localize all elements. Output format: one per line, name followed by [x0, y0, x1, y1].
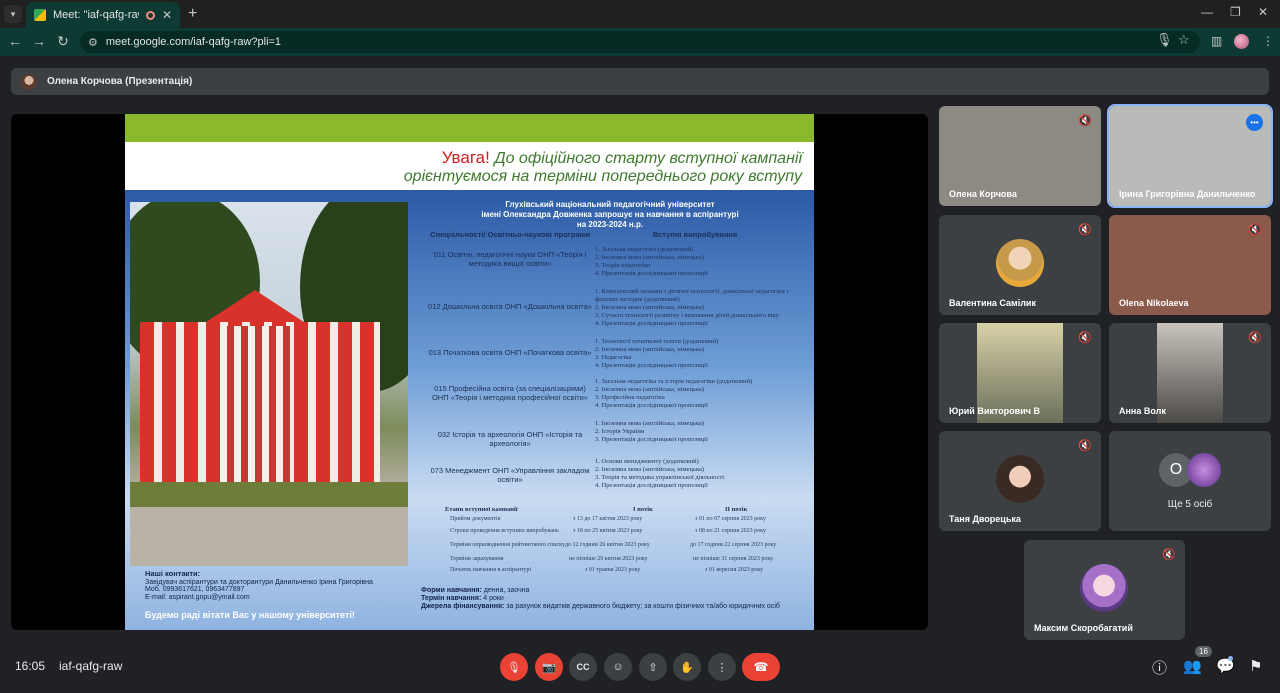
end-call-button[interactable]: ☎ [742, 653, 780, 681]
browser-tab-bar: ▾ Meet: "iaf-qafg-raw" ✕ + — ❐ ✕ [0, 0, 1280, 28]
avatar [1080, 564, 1128, 612]
emoji-reaction-icon[interactable]: ☺ [604, 653, 632, 681]
tab-title: Meet: "iaf-qafg-raw" [53, 9, 139, 21]
url-text[interactable]: meet.google.com/iaf-qafg-raw?pli=1 [106, 36, 281, 48]
people-icon[interactable]: 👥 [1183, 657, 1202, 675]
participant-tile[interactable]: 🔇 Таня Дворецька [939, 431, 1101, 531]
people-count-badge: 16 [1195, 646, 1212, 657]
slide-study-info: Форми навчання: денна, заочна Термін нав… [421, 587, 780, 610]
camera-toggle-button[interactable]: 📷 [535, 653, 563, 681]
stage-row: Прийом документів з 13 до 17 квітня 2023 … [450, 516, 766, 522]
avatar [1187, 453, 1221, 487]
presenter-avatar [21, 73, 37, 90]
column-header-exams: Вступні випробування [652, 230, 738, 239]
stages-header: Етапи вступної кампанії [445, 506, 518, 513]
site-settings-icon[interactable]: ⚙ [88, 36, 98, 49]
participant-tile[interactable]: 🔇 Валентина Самілик [939, 215, 1101, 315]
stage-row: Терміни оприлюднення рейтингового списку… [450, 542, 777, 548]
more-participants-tile[interactable]: O Ще 5 осіб [1109, 431, 1271, 531]
side-panel-icon[interactable]: ▥ [1211, 34, 1222, 48]
mic-off-icon: 🔇 [1248, 224, 1262, 236]
slide-contacts: Наші контакти: Завідувач аспірантури та … [145, 569, 373, 601]
slide-top-band [125, 114, 814, 142]
participant-tile[interactable]: ••• Ірина Григорівна Данильченко [1107, 104, 1273, 208]
participant-name: Таня Дворецька [949, 514, 1021, 524]
back-arrow-icon[interactable]: ← [6, 33, 24, 49]
participant-tile[interactable]: 🔇 Юрий Викторович В [939, 323, 1101, 423]
chat-notification-dot [1228, 656, 1233, 661]
present-screen-icon[interactable]: ⇧ [639, 653, 667, 681]
program-row: 012 Дошкільна освіта ОНП «Дошкільна осві… [428, 288, 789, 327]
meeting-info-icon[interactable]: ⓘ [1152, 657, 1167, 678]
participant-name: Валентина Самілик [949, 298, 1036, 308]
more-people-label: Ще 5 осіб [1167, 499, 1213, 510]
address-bar[interactable]: ⚙ meet.google.com/iaf-qafg-raw?pli=1 [80, 31, 1200, 53]
close-window-icon[interactable]: ✕ [1258, 5, 1268, 19]
forward-arrow-icon[interactable]: → [30, 33, 48, 49]
participant-name: Олена Корчова [949, 189, 1017, 199]
participant-tile[interactable]: 🔇 Максим Скоробагатий [1024, 540, 1185, 640]
mic-off-icon: 🔇 [1162, 549, 1176, 561]
browser-menu-icon[interactable]: ⋮ [1262, 34, 1274, 48]
meet-favicon-icon [34, 9, 46, 21]
participant-name: Olena Nikolaeva [1119, 298, 1189, 308]
minimize-icon[interactable]: — [1201, 5, 1213, 19]
participant-name: Ірина Григорівна Данильченко [1119, 189, 1256, 199]
browser-tab-meet[interactable]: Meet: "iaf-qafg-raw" ✕ [26, 2, 180, 28]
meeting-code[interactable]: iaf-qafg-raw [59, 659, 122, 673]
captions-icon[interactable]: CC [569, 653, 597, 681]
tab-close-icon[interactable]: ✕ [162, 8, 172, 22]
more-options-icon[interactable]: ⋮ [708, 653, 736, 681]
recording-indicator-icon [145, 10, 155, 20]
microphone-icon[interactable]: 🎙 [1156, 32, 1173, 48]
bookmark-star-icon[interactable]: ☆ [1178, 32, 1190, 48]
slide-attention: Увага! [441, 148, 490, 167]
slide-invitation-title: Глухівський національний педагогічний ун… [481, 200, 739, 229]
tab-search-chevron-icon[interactable]: ▾ [4, 5, 22, 23]
program-row: 011 Освітні, педагогічні науки ОНП «Теор… [433, 246, 708, 277]
program-row: 015 Професійна освіта (за спеціалізаціям… [431, 378, 753, 409]
slide-welcome: Будемо раді вітати Вас у нашому універси… [145, 610, 355, 620]
meeting-clock: 16:05 [15, 659, 46, 673]
mic-off-icon: 🔇 [1078, 115, 1092, 127]
avatar [996, 239, 1044, 287]
activities-icon[interactable]: ⚑ [1249, 657, 1262, 675]
presentation-slide: Увага! До офіційного старту вступної кам… [125, 114, 814, 630]
slide-head-line1: До офіційного старту вступної кампанії [494, 150, 802, 167]
participant-tile[interactable]: 🔇 Olena Nikolaeva [1109, 215, 1271, 315]
slide-head-line2: орієнтуємося на терміни попереднього рок… [403, 168, 802, 185]
profile-avatar[interactable] [1234, 34, 1249, 49]
presentation-stage: Увага! До офіційного старту вступної кам… [11, 114, 928, 630]
avatar [996, 455, 1044, 503]
university-building-photo [130, 202, 408, 566]
slide-body: Глухівський національний педагогічний ун… [125, 190, 814, 630]
stream1-header: І потік [633, 506, 653, 513]
participant-tile[interactable]: 🔇 Анна Волк [1109, 323, 1271, 423]
raise-hand-icon[interactable]: ✋ [673, 653, 701, 681]
program-row: 073 Менеджмент ОНП «Управління закладом … [430, 458, 725, 489]
speaking-indicator-icon: ••• [1246, 114, 1263, 131]
mic-off-icon: 🔇 [1078, 224, 1092, 236]
participant-tile[interactable]: 🔇 Олена Корчова [939, 106, 1101, 206]
column-header-specialties: Спеціальності/ Освітньо-наукові програми [430, 230, 590, 239]
program-row: 013 Початкова освіта ОНП «Початкова осві… [428, 338, 719, 369]
presentation-banner: Олена Корчова (Презентація) [11, 68, 1269, 95]
mic-toggle-button[interactable]: 🎙 [500, 653, 528, 681]
participant-name: Максим Скоробагатий [1034, 623, 1133, 633]
reload-icon[interactable]: ↻ [54, 33, 72, 50]
restore-icon[interactable]: ❐ [1230, 5, 1241, 19]
stage-row: Початок навчання в аспірантурі з 01 травн… [450, 567, 764, 573]
participant-name: Анна Волк [1119, 406, 1166, 416]
slide-header: Увага! До офіційного старту вступної кам… [125, 142, 814, 188]
stream2-header: ІІ потік [725, 506, 748, 513]
participant-name: Юрий Викторович В [949, 406, 1040, 416]
mic-off-icon: 🔇 [1078, 332, 1092, 344]
browser-toolbar: ← → ↻ ⚙ meet.google.com/iaf-qafg-raw?pli… [0, 28, 1280, 56]
mic-off-icon: 🔇 [1248, 332, 1262, 344]
mic-off-icon: 🔇 [1078, 440, 1092, 452]
presenter-label: Олена Корчова (Презентація) [47, 76, 193, 87]
stage-row: Строки проведення вступних випробувань з … [450, 528, 766, 534]
new-tab-plus-icon[interactable]: + [188, 5, 197, 23]
